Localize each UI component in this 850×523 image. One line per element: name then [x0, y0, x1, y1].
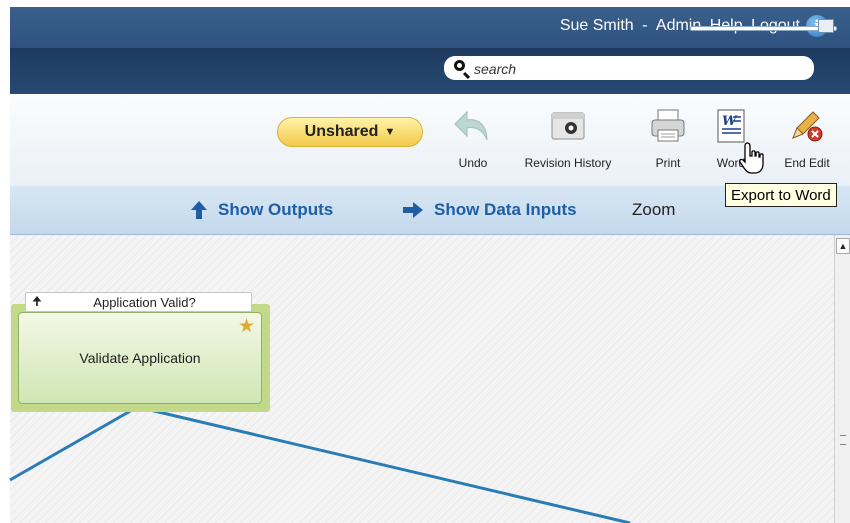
task-node-tab-title: Application Valid?: [93, 294, 196, 310]
star-icon[interactable]: ★: [238, 317, 255, 336]
task-node[interactable]: Validate Application: [18, 312, 262, 404]
task-node-tab[interactable]: 🠉 Application Valid?: [25, 292, 252, 312]
connector-left: [9, 408, 133, 482]
connector-right: [149, 408, 631, 523]
connector-lines: [9, 408, 631, 523]
task-node-title: Validate Application: [79, 350, 201, 366]
export-to-word-tooltip: Export to Word: [725, 183, 837, 207]
arrow-up-small-icon: 🠉: [32, 293, 42, 308]
hand-cursor-icon: [739, 142, 764, 174]
